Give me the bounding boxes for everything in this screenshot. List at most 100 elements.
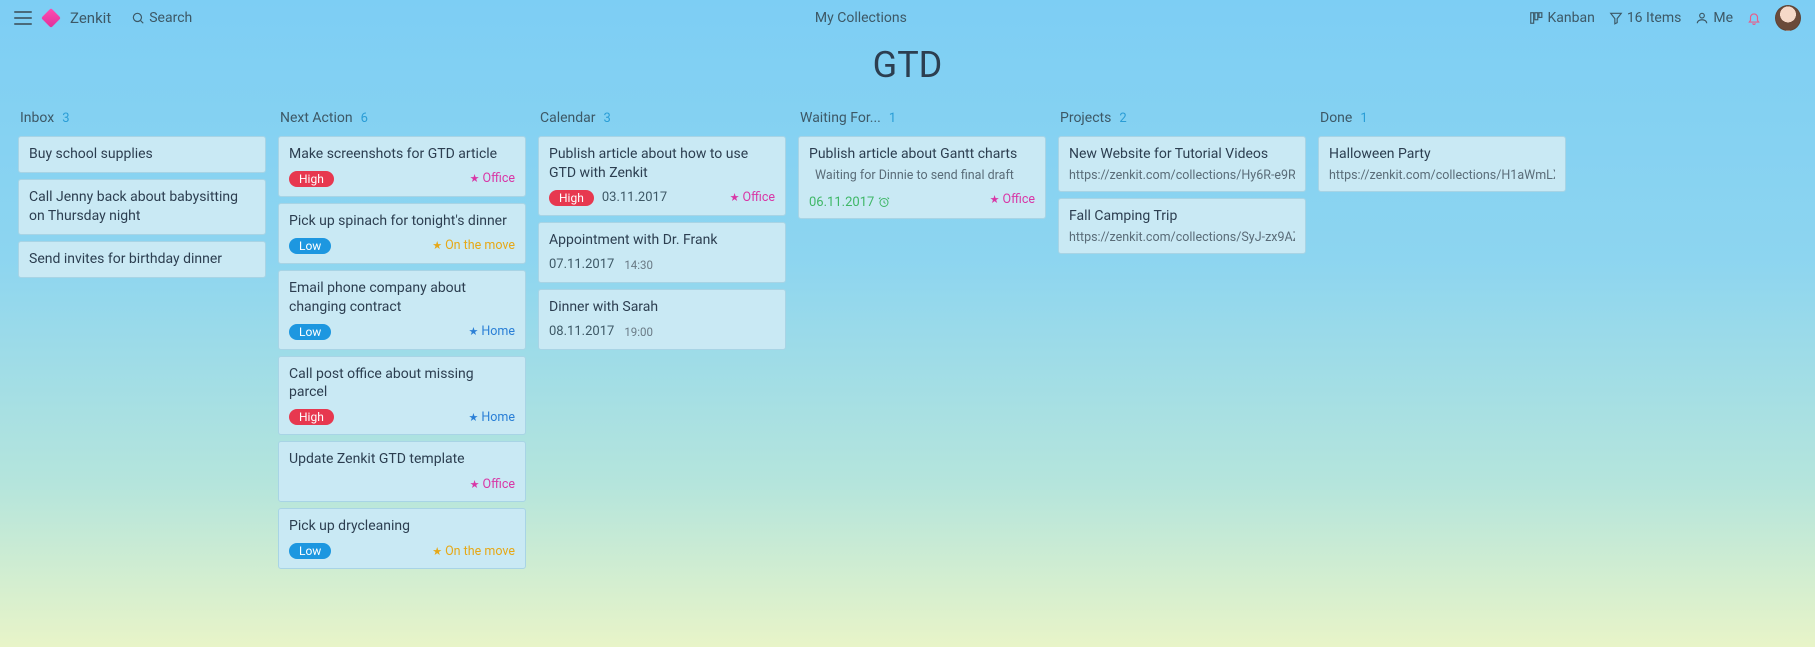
star-icon: ★: [730, 191, 740, 204]
breadcrumb[interactable]: My Collections: [192, 10, 1529, 26]
card[interactable]: New Website for Tutorial Videoshttps://z…: [1058, 136, 1306, 192]
search-button[interactable]: Search: [131, 10, 192, 26]
column-count: 3: [604, 111, 611, 126]
avatar[interactable]: [1775, 5, 1801, 31]
column: Calendar 3 Publish article about how to us…: [538, 106, 786, 356]
context-label: On the move: [445, 238, 515, 253]
star-icon: ★: [468, 325, 478, 338]
card-title: Pick up drycleaning: [289, 517, 515, 536]
column: Inbox3 Buy school supplies Call Jenny back…: [18, 106, 266, 284]
card-footer: High★Office: [289, 170, 515, 188]
priority-badge: High: [549, 190, 594, 206]
column-header[interactable]: Inbox3: [18, 106, 266, 136]
filter-button[interactable]: 16 Items: [1609, 10, 1682, 26]
card[interactable]: Email phone company about changing contr…: [278, 270, 526, 350]
search-label: Search: [149, 10, 192, 26]
context-label: Office: [743, 190, 775, 205]
column-header[interactable]: Waiting For...1: [798, 106, 1046, 136]
column: Next Action6Make screenshots for GTD art…: [278, 106, 526, 575]
column-count: 2: [1119, 111, 1126, 126]
card-date: 07.11.2017: [549, 257, 614, 272]
card-footer: 08.11.201719:00: [549, 323, 775, 341]
priority-badge: Low: [289, 543, 331, 559]
card-footer: Low★On the move: [289, 542, 515, 560]
card-title: Call post office about missing parcel: [289, 365, 515, 403]
card-footer: High ★Home: [289, 408, 515, 426]
card-title: Halloween Party: [1329, 145, 1555, 164]
star-icon: ★: [432, 239, 442, 252]
priority-badge: High: [289, 171, 334, 187]
card[interactable]: Fall Camping Triphttps://zenkit.com/coll…: [1058, 198, 1306, 254]
search-icon: [131, 11, 145, 25]
card[interactable]: Call Jenny back about babysitting on Thu…: [18, 179, 266, 235]
context-tag: ★Home: [468, 410, 515, 425]
view-switcher[interactable]: Kanban: [1529, 10, 1594, 26]
card-title: Make screenshots for GTD article: [289, 145, 515, 164]
topbar-left: Zenkit Search: [14, 9, 192, 27]
card[interactable]: Buy school supplies: [18, 136, 266, 173]
card-footer-left: 06.11.2017: [809, 189, 890, 210]
priority-badge: Low: [289, 238, 331, 254]
kanban-icon: [1529, 11, 1543, 25]
card-date: 03.11.2017: [602, 190, 667, 205]
card-date: 08.11.2017: [549, 324, 614, 339]
card[interactable]: Halloween Party https://zenkit.com/collec…: [1318, 136, 1566, 192]
column-count: 1: [1360, 111, 1367, 126]
menu-button[interactable]: [14, 11, 32, 25]
column-header[interactable]: Projects2: [1058, 106, 1306, 136]
column-header[interactable]: Next Action6: [278, 106, 526, 136]
page-title: GTD: [0, 44, 1815, 86]
filter-icon: [1609, 11, 1623, 25]
card-footer-left: 08.11.201719:00: [549, 324, 653, 339]
card[interactable]: Call post office about missing parcel Hig…: [278, 356, 526, 436]
context-tag: ★Home: [468, 324, 515, 339]
card-url: https://zenkit.com/collections/H1aWmLXaW…: [1329, 168, 1555, 183]
topbar: Zenkit Search My Collections Kanban 16 I…: [0, 0, 1815, 36]
card[interactable]: Publish article about how to use GTD wit…: [538, 136, 786, 216]
column-header[interactable]: Calendar 3: [538, 106, 786, 136]
logo-icon: [41, 8, 61, 28]
topbar-right: Kanban 16 Items Me: [1529, 5, 1801, 31]
star-icon: ★: [432, 545, 442, 558]
card[interactable]: Pick up drycleaningLow★On the move: [278, 508, 526, 569]
context-tag: ★Office: [730, 190, 775, 205]
card[interactable]: Update Zenkit GTD template ★Office: [278, 441, 526, 502]
card-title: Appointment with Dr. Frank: [549, 231, 775, 250]
card-time: 14:30: [624, 258, 653, 272]
card-footer: 06.11.2017★Office: [809, 189, 1035, 210]
context-tag: ★Office: [470, 477, 515, 492]
card-title: Buy school supplies: [29, 145, 255, 164]
card-footer: High 03.11.2017 ★Office: [549, 189, 775, 207]
card[interactable]: Send invites for birthday dinner: [18, 241, 266, 278]
card[interactable]: Make screenshots for GTD article High★Off…: [278, 136, 526, 197]
card-title: Call Jenny back about babysitting on Thu…: [29, 188, 255, 226]
card[interactable]: Pick up spinach for tonight's dinnerLow★…: [278, 203, 526, 264]
view-label: Kanban: [1547, 10, 1594, 26]
card-footer-left: High: [289, 409, 334, 425]
me-button[interactable]: Me: [1695, 10, 1733, 26]
me-label: Me: [1713, 10, 1733, 26]
column-count: 6: [361, 111, 368, 126]
card-note: Waiting for Dinnie to send final draft: [809, 168, 1035, 183]
bell-icon: [1747, 11, 1761, 25]
column-name: Inbox: [20, 110, 54, 126]
card-url: https://zenkit.com/collections/SyJ-zx9AZ: [1069, 230, 1295, 245]
card-title: Update Zenkit GTD template: [289, 450, 515, 469]
column: Waiting For...1Publish article about Gan…: [798, 106, 1046, 225]
card[interactable]: Dinner with Sarah08.11.201719:00: [538, 289, 786, 350]
card-title: Email phone company about changing contr…: [289, 279, 515, 317]
items-label: 16 Items: [1627, 10, 1682, 26]
column-header[interactable]: Done1: [1318, 106, 1566, 136]
card[interactable]: Appointment with Dr. Frank 07.11.2017 14:3…: [538, 222, 786, 283]
card-footer-left: Low: [289, 238, 331, 254]
user-icon: [1695, 11, 1709, 25]
brand-name[interactable]: Zenkit: [70, 9, 111, 27]
card[interactable]: Publish article about Gantt chartsWaitin…: [798, 136, 1046, 219]
star-icon: ★: [990, 193, 1000, 206]
context-label: Office: [483, 477, 515, 492]
context-label: Office: [483, 171, 515, 186]
notifications-button[interactable]: [1747, 11, 1761, 25]
column-count: 1: [889, 111, 896, 126]
column-name: Calendar: [540, 110, 596, 126]
context-label: Home: [481, 324, 515, 339]
